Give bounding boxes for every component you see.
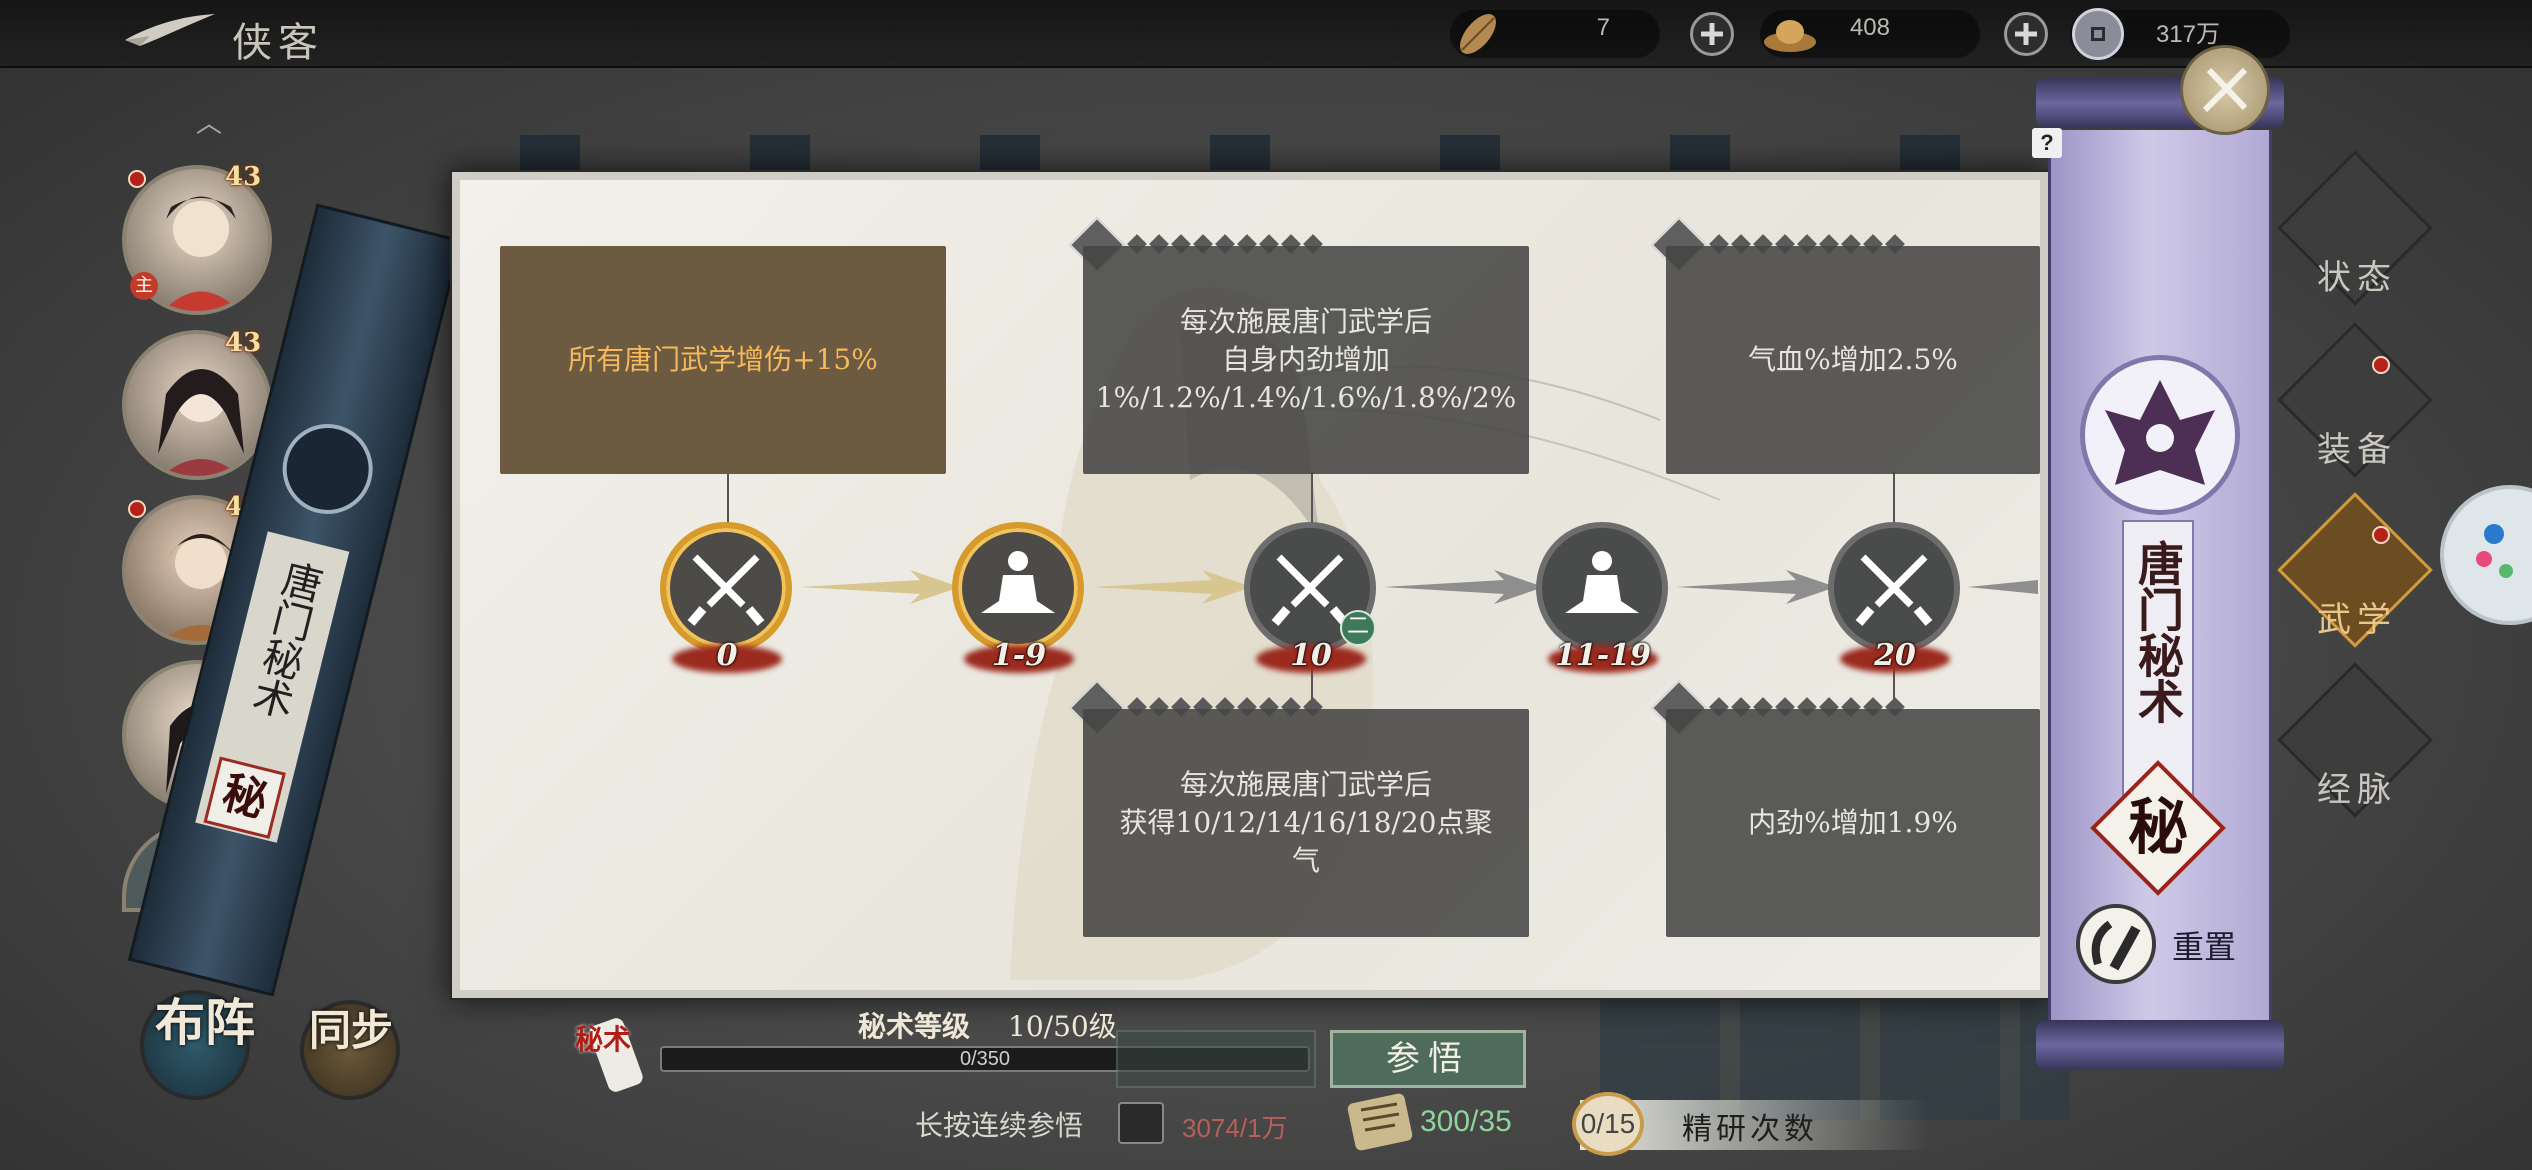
talent-card-top2[interactable]: 气血%增加2.5% [1666,246,2040,474]
scroll-seal: 秘 [2128,793,2188,863]
arrow-3-4 [1676,570,1836,604]
paint-splash-icon [2476,524,2513,578]
talent-node-2-label: 10 [1236,633,1386,679]
scroll-bottom-cap [2036,1020,2284,1070]
talent-node-0-label: 0 [652,633,802,679]
ingot-count: 408 [1849,14,1890,41]
talent-card-root[interactable]: 所有唐门武学增伤+15% [500,246,946,474]
talent-node-3-label: 11-19 [1528,633,1678,679]
add-leaf-button[interactable] [1690,12,1734,56]
arrow-1-2 [1092,570,1252,604]
scroll-title: 唐门秘术 [2128,540,2188,739]
book-icon [1118,1102,1164,1144]
tab-martial-arts-label: 武学 [2317,600,2397,640]
top-bar: 侠客 7 408 317万 [0,0,2532,68]
mastery-value: 10/50级 [1008,1010,1117,1043]
tab-equipment-label: 装备 [2317,430,2397,470]
study-count: 0/15 [1572,1092,1644,1156]
comprehend-button[interactable]: 参悟 [1330,1030,1526,1088]
talent-card-top1[interactable]: 每次施展唐门武学后 自身内劲增加 1%/1.2%/1.4%/1.6%/1.8%/… [1083,246,1529,474]
add-ingot-button[interactable] [2004,12,2048,56]
tab-meridians-label: 经脉 [2317,770,2397,810]
coin-count: 317万 [2155,21,2220,48]
secret-tag: 秘术 [575,1023,632,1056]
equipment-notice-dot [2372,356,2390,374]
talent-card-bottom2-text: 内劲%增加1.9% [1748,806,1958,839]
mastery-label: 秘术等级 [858,1010,971,1043]
main-hero-tag: 主 [130,272,158,300]
scroll-title-text: 唐门秘术 [2131,540,2185,724]
arrow-2-3 [1384,570,1544,604]
floating-assistant-button[interactable] [2440,485,2532,625]
arrow-0-1 [800,570,960,604]
help-icon[interactable]: ? [2032,128,2062,158]
hero-1-level: 43 [225,162,262,192]
talent-card-top1-text: 每次施展唐门武学后 自身内劲增加 1%/1.2%/1.4%/1.6%/1.8%/… [1095,305,1517,414]
tang-clan-emblem-icon [2080,355,2240,515]
arrow-4-5 [1968,580,2038,594]
daggers-icon [1855,554,1933,626]
back-brush-icon[interactable] [120,6,220,62]
leaf-count: 7 [1596,14,1610,41]
disabled-button-behind [1116,1030,1316,1088]
long-press-hint: 长按连续参悟 [915,1109,1084,1142]
formation-label: 布阵 [155,993,255,1052]
manual-scroll-icon [1345,1090,1415,1154]
tab-status-label: 状态 [2317,258,2397,298]
hero-1-notice-dot [128,170,146,188]
martial-arts-notice-dot [2372,526,2390,544]
talent-card-root-text: 所有唐门武学增伤+15% [568,343,878,376]
study-label: 精研次数 [1682,1112,1818,1147]
talent-node-4-label: 20 [1820,633,1970,679]
talent-card-bottom2[interactable]: 内劲%增加1.9% [1666,709,2040,937]
page-title: 侠客 [232,20,324,66]
collapse-chevron-icon[interactable]: ︿ [196,103,222,140]
hero-3-notice-dot [128,500,146,518]
reset-icon [2091,920,2141,971]
reset-button[interactable] [2076,904,2156,984]
talent-card-top2-text: 气血%增加2.5% [1748,343,1958,376]
reset-label: 重置 [2172,928,2237,966]
talent-card-bottom1[interactable]: 每次施展唐门武学后 获得10/12/14/16/18/20点聚 气 [1083,709,1529,937]
talent-node-1-label: 1-9 [944,633,1094,679]
daggers-icon [687,554,765,626]
close-button[interactable] [2180,45,2270,135]
game-screen: { "header": { "title": "侠客", "resources"… [0,0,2532,1170]
meditate-icon [1565,551,1639,613]
close-icon [2202,67,2248,113]
talent-card-bottom1-text: 每次施展唐门武学后 获得10/12/14/16/18/20点聚 气 [1119,768,1493,877]
sync-label: 同步 [308,1006,393,1055]
manual-resource-count: 300/35 [1420,1105,1512,1138]
book-resource-count: 3074/1万 [1182,1113,1288,1143]
meditate-icon [981,551,1055,613]
leaf-currency-icon [1450,6,1506,62]
